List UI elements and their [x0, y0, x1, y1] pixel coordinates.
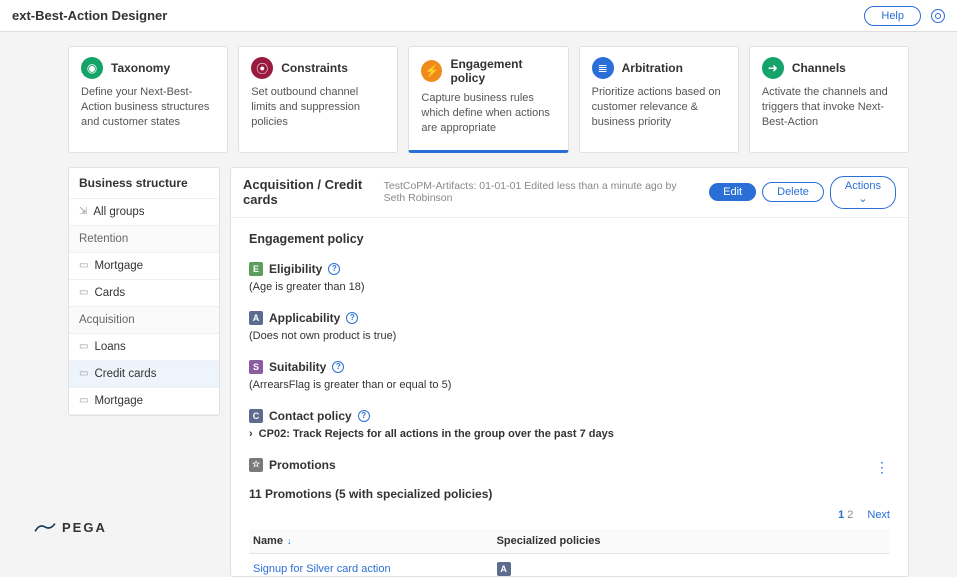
promotions-header: Promotions: [269, 458, 336, 472]
help-icon[interactable]: ?: [346, 312, 358, 324]
content-row: Business structure ⇲ All groups Retentio…: [0, 167, 957, 577]
stage-label: Channels: [792, 61, 846, 75]
folder-icon: ▭: [79, 260, 88, 271]
share-icon: ⇲: [79, 206, 87, 217]
stage-card-engagement-policy[interactable]: ⚡ Engagement policy Capture business rules…: [408, 46, 568, 153]
stage-card-arbitration[interactable]: ≣ Arbitration Prioritize actions based on …: [579, 46, 739, 153]
policy-title: Contact policy: [269, 409, 352, 423]
table-row: Signup for Silver card action A: [249, 553, 890, 577]
spec-badge: A: [497, 562, 511, 576]
help-icon[interactable]: ?: [358, 410, 370, 422]
policy-rule: (Does not own product is true): [249, 330, 890, 342]
sidebar-group-retention: Retention: [69, 226, 219, 253]
promotions-table: Name ↓ Specialized policies Signup for Si…: [249, 529, 890, 577]
stage-card-channels[interactable]: ➜ Channels Activate the channels and trigg…: [749, 46, 909, 153]
col-spec[interactable]: Specialized policies: [493, 529, 890, 554]
page-2[interactable]: 2: [847, 509, 853, 521]
stage-desc: Capture business rules which define when…: [421, 91, 555, 136]
policy-rule: (ArrearsFlag is greater than or equal to…: [249, 379, 890, 391]
folder-icon: ▭: [79, 287, 88, 298]
stage-desc: Prioritize actions based on customer rel…: [592, 85, 726, 130]
sidebar-item-loans[interactable]: ▭Loans: [69, 334, 219, 361]
folder-icon: ▭: [79, 368, 88, 379]
stage-icon: ⚡: [421, 60, 442, 82]
sidebar-item-credit-cards[interactable]: ▭Credit cards: [69, 361, 219, 388]
stage-row: ◉ Taxonomy Define your Next-Best-Action bu…: [0, 32, 957, 167]
stage-desc: Define your Next-Best-Action business st…: [81, 85, 215, 130]
policy-eligibility: E Eligibility? (Age is greater than 18): [249, 262, 890, 293]
help-button[interactable]: Help: [864, 6, 921, 26]
promotions-block: ☆ Promotions ⋮ 11 Promotions (5 with spe…: [249, 458, 890, 577]
main-panel: Acquisition / Credit cards TestCoPM-Arti…: [230, 167, 909, 577]
col-name[interactable]: Name: [253, 535, 283, 547]
stage-icon: ➜: [762, 57, 784, 79]
sort-asc-icon: ↓: [287, 536, 292, 546]
sidebar-item-mortgage[interactable]: ▭Mortgage: [69, 253, 219, 280]
breadcrumb: Acquisition / Credit cards: [243, 177, 384, 207]
promotions-subheader: 11 Promotions (5 with specialized polici…: [249, 487, 890, 501]
pager: 1 2 Next: [249, 501, 890, 529]
app-title: ext-Best-Action Designer: [12, 8, 167, 23]
policy-suitability: S Suitability? (ArrearsFlag is greater tha…: [249, 360, 890, 391]
titlebar: ext-Best-Action Designer Help: [0, 0, 957, 32]
sidebar-group-acquisition: Acquisition: [69, 307, 219, 334]
promo-name-link[interactable]: Signup for Silver card action: [249, 553, 493, 577]
policy-title: Suitability: [269, 360, 326, 374]
delete-button[interactable]: Delete: [762, 182, 824, 202]
policy-contact-policy: C Contact policy? › CP02: Track Rejects for…: [249, 409, 890, 440]
sidebar-all-groups[interactable]: ⇲ All groups: [69, 199, 219, 226]
main-header: Acquisition / Credit cards TestCoPM-Arti…: [231, 168, 908, 218]
policy-title: Eligibility: [269, 262, 322, 276]
stage-card-constraints[interactable]: ⦿ Constraints Set outbound channel limits …: [238, 46, 398, 153]
stage-label: Engagement policy: [450, 57, 555, 85]
panel: Engagement policy E Eligibility? (Age is g…: [231, 218, 908, 577]
policy-badge: S: [249, 360, 263, 374]
policy-applicability: A Applicability? (Does not own product is …: [249, 311, 890, 342]
stage-label: Taxonomy: [111, 61, 170, 75]
folder-icon: ▭: [79, 341, 88, 352]
policy-rule: CP02: Track Rejects for all actions in t…: [259, 428, 614, 440]
policy-badge: A: [249, 311, 263, 325]
stage-label: Constraints: [281, 61, 348, 75]
meta-text: TestCoPM-Artifacts: 01-01-01 Edited less…: [384, 180, 700, 204]
sidebar: Business structure ⇲ All groups Retentio…: [68, 167, 220, 416]
panel-title: Engagement policy: [249, 232, 890, 246]
sidebar-title: Business structure: [69, 168, 219, 199]
policy-badge: E: [249, 262, 263, 276]
edit-button[interactable]: Edit: [709, 183, 756, 201]
policy-badge: C: [249, 409, 263, 423]
folder-icon: ▭: [79, 395, 88, 406]
next-link[interactable]: Next: [867, 509, 890, 521]
promotions-menu-icon[interactable]: ⋮: [875, 459, 890, 476]
help-icon[interactable]: ?: [332, 361, 344, 373]
stage-icon: ⦿: [251, 57, 273, 79]
stage-icon: ≣: [592, 57, 614, 79]
policy-title: Applicability: [269, 311, 340, 325]
sidebar-item-cards[interactable]: ▭Cards: [69, 280, 219, 307]
stage-desc: Set outbound channel limits and suppress…: [251, 85, 385, 130]
stage-label: Arbitration: [622, 61, 683, 75]
chevron-down-icon: ⌄: [858, 193, 867, 205]
gear-icon[interactable]: [931, 9, 945, 23]
pega-logo: PEGA: [34, 520, 107, 535]
help-icon[interactable]: ?: [328, 263, 340, 275]
stage-icon: ◉: [81, 57, 103, 79]
stage-desc: Activate the channels and triggers that …: [762, 85, 896, 130]
stage-card-taxonomy[interactable]: ◉ Taxonomy Define your Next-Best-Action bu…: [68, 46, 228, 153]
sidebar-item-mortgage[interactable]: ▭Mortgage: [69, 388, 219, 415]
policy-rule: (Age is greater than 18): [249, 281, 890, 293]
actions-button[interactable]: Actions ⌄: [830, 176, 896, 209]
pega-mark-icon: [34, 521, 56, 535]
page-1[interactable]: 1: [838, 509, 844, 521]
chevron-right-icon[interactable]: ›: [249, 428, 253, 440]
promotions-badge: ☆: [249, 458, 263, 472]
